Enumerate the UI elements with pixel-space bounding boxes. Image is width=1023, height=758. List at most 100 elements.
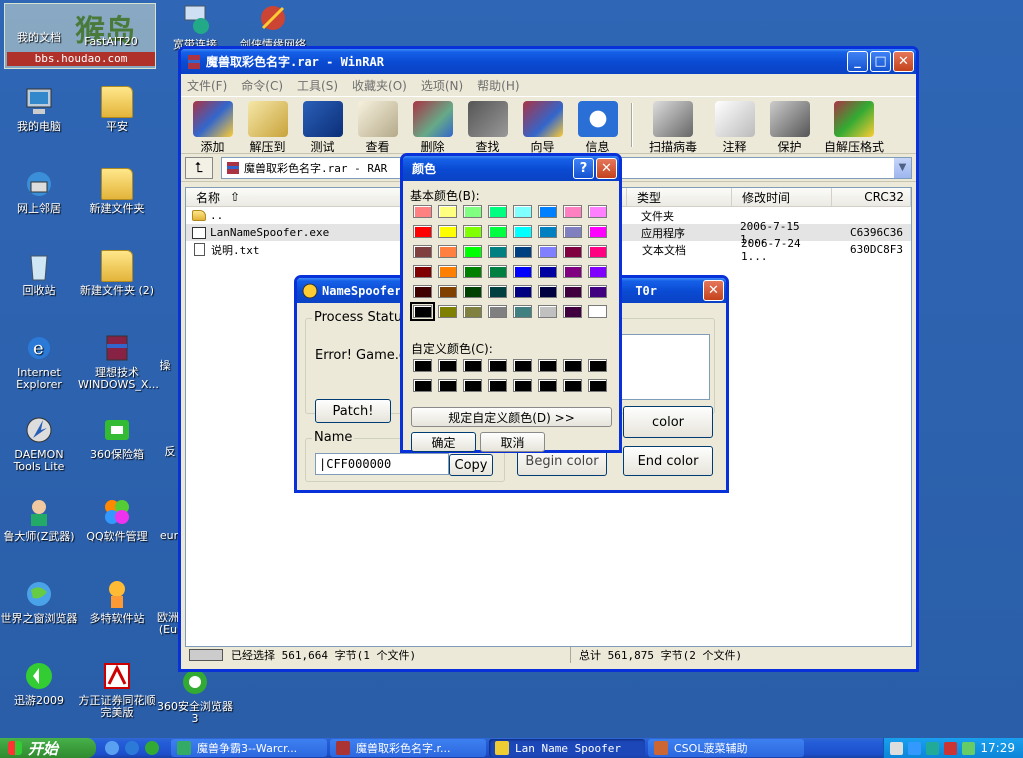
toolbar-add-button[interactable]: 添加 (185, 101, 240, 155)
taskbar-item-name-spoofer[interactable]: Lan Name Spoofer (489, 739, 645, 757)
toolbar-extract-button[interactable]: 解压到 (240, 101, 295, 155)
chevron-down-icon[interactable]: ▼ (894, 157, 911, 178)
toolbar-delete-button[interactable]: 删除 (405, 101, 460, 155)
basic-color-swatch[interactable] (488, 225, 507, 238)
keyboard-icon[interactable] (890, 741, 904, 755)
desktop-icon-duote[interactable]: 多特软件站 (78, 578, 156, 625)
toolbar-view-button[interactable]: 查看 (350, 101, 405, 155)
desktop-icon-fastait[interactable]: FastAIT20 (72, 36, 150, 48)
toolbar-comment-button[interactable]: 注释 (707, 101, 762, 155)
basic-color-swatch[interactable] (588, 245, 607, 258)
basic-color-swatch[interactable] (438, 225, 457, 238)
custom-color-swatch[interactable] (438, 379, 457, 392)
desktop-icon-my-documents[interactable]: 我的文档 (0, 32, 78, 44)
name-field[interactable]: |CFF000000 (315, 453, 449, 475)
winrar-title-bar[interactable]: 魔兽取彩色名字.rar - WinRAR _ □ ✕ (181, 49, 916, 74)
basic-color-swatch[interactable] (413, 245, 432, 258)
basic-color-swatch[interactable] (438, 305, 457, 318)
column-modified[interactable]: 修改时间 (732, 188, 832, 206)
basic-color-swatch[interactable] (463, 205, 482, 218)
basic-color-swatch[interactable] (588, 265, 607, 278)
toolbar-test-button[interactable]: 测试 (295, 101, 350, 155)
basic-color-swatch[interactable] (513, 285, 532, 298)
basic-color-swatch[interactable] (563, 205, 582, 218)
toolbar-sfx-button[interactable]: 自解压格式 (817, 101, 891, 155)
basic-color-swatch[interactable] (538, 305, 557, 318)
basic-color-swatch[interactable] (488, 305, 507, 318)
column-name[interactable]: 名称 ⇧ (186, 188, 421, 206)
basic-color-swatch[interactable] (413, 225, 432, 238)
custom-color-swatch[interactable] (588, 359, 607, 372)
desktop-icon-jx-online[interactable]: 剑侠情缘网络 (234, 4, 312, 51)
basic-color-swatch[interactable] (538, 285, 557, 298)
help-button[interactable]: ? (573, 158, 594, 179)
column-type[interactable]: 类型 (627, 188, 732, 206)
menu-options[interactable]: 选项(N) (421, 77, 463, 94)
menu-file[interactable]: 文件(F) (187, 77, 227, 94)
desktop-icon-partial-1[interactable]: 操 (150, 360, 180, 372)
color-dialog-title-bar[interactable]: 颜色 ? ✕ (403, 156, 619, 181)
basic-color-swatch[interactable] (538, 265, 557, 278)
custom-color-swatch[interactable] (563, 359, 582, 372)
basic-color-swatch[interactable] (588, 285, 607, 298)
desktop-icon-daemon-tools[interactable]: DAEMON Tools Lite (0, 414, 78, 473)
volume-icon[interactable] (962, 741, 976, 755)
define-custom-colors-button[interactable]: 规定自定义颜色(D) >> (411, 407, 612, 427)
basic-color-swatch[interactable] (538, 245, 557, 258)
basic-color-swatch[interactable] (563, 305, 582, 318)
custom-color-swatch[interactable] (563, 379, 582, 392)
spoofer-close-button[interactable]: ✕ (703, 280, 724, 301)
menu-favorites[interactable]: 收藏夹(O) (352, 77, 407, 94)
column-crc[interactable]: CRC32 (832, 188, 911, 206)
desktop-icon-recycle-bin[interactable]: 回收站 (0, 250, 78, 297)
desktop-icon-lixiang-tech[interactable]: 理想技术 WINDOWS_X... (78, 332, 159, 391)
color-dialog-close-button[interactable]: ✕ (596, 158, 617, 179)
network-status-icon[interactable] (908, 741, 922, 755)
basic-color-swatch[interactable] (588, 305, 607, 318)
menu-help[interactable]: 帮助(H) (477, 77, 519, 94)
close-button[interactable]: ✕ (893, 51, 914, 72)
menu-tools[interactable]: 工具(S) (297, 77, 338, 94)
antivirus-icon[interactable] (944, 741, 958, 755)
copy-button[interactable]: Copy (449, 454, 493, 476)
custom-color-swatch[interactable] (463, 379, 482, 392)
basic-color-swatch[interactable] (438, 245, 457, 258)
360-browser-icon[interactable] (145, 741, 159, 755)
basic-color-swatch[interactable] (513, 205, 532, 218)
toolbar-info-button[interactable]: 信息 (570, 101, 625, 155)
desktop-icon-fangzheng-securities[interactable]: 方正证券同花顺完美版 (78, 660, 156, 719)
custom-color-swatch[interactable] (413, 379, 432, 392)
custom-color-swatch[interactable] (413, 359, 432, 372)
taskbar-item-csol[interactable]: CSOL菠菜辅助 (648, 739, 804, 757)
basic-color-swatch[interactable] (438, 285, 457, 298)
custom-color-swatch[interactable] (488, 359, 507, 372)
basic-color-swatch[interactable] (488, 205, 507, 218)
cancel-button[interactable]: 取消 (480, 432, 545, 452)
up-folder-button[interactable]: ⮤ (185, 156, 213, 179)
desktop-icon-pingan[interactable]: 平安 (78, 86, 156, 133)
desktop-icon-new-folder[interactable]: 新建文件夹 (78, 168, 156, 215)
basic-color-swatch[interactable] (513, 305, 532, 318)
custom-color-swatch[interactable] (538, 359, 557, 372)
desktop-icon-qq-software[interactable]: QQ软件管理 (78, 496, 156, 543)
basic-color-swatch[interactable] (463, 225, 482, 238)
basic-color-swatch[interactable] (438, 265, 457, 278)
show-desktop-icon[interactable] (105, 741, 119, 755)
desktop-icon-theworld-browser[interactable]: 世界之窗浏览器 (0, 578, 78, 625)
basic-color-swatch[interactable] (413, 265, 432, 278)
desktop-icon-network-places[interactable]: 网上邻居 (0, 168, 78, 215)
desktop-icon-my-computer[interactable]: 我的电脑 (0, 86, 78, 133)
maximize-button[interactable]: □ (870, 51, 891, 72)
basic-color-swatch[interactable] (410, 302, 435, 321)
color-button[interactable]: color (623, 406, 713, 438)
custom-color-swatch[interactable] (463, 359, 482, 372)
toolbar-find-button[interactable]: 查找 (460, 101, 515, 155)
basic-color-swatch[interactable] (413, 285, 432, 298)
basic-color-swatch[interactable] (588, 225, 607, 238)
custom-color-swatch[interactable] (513, 359, 532, 372)
taskbar-item-warcraft[interactable]: 魔兽争霸3--Warcr... (171, 739, 327, 757)
patch-button[interactable]: Patch! (315, 399, 391, 423)
basic-color-swatch[interactable] (463, 245, 482, 258)
desktop-icon-360-browser[interactable]: 360安全浏览器 3 (156, 666, 234, 725)
custom-color-swatch[interactable] (588, 379, 607, 392)
